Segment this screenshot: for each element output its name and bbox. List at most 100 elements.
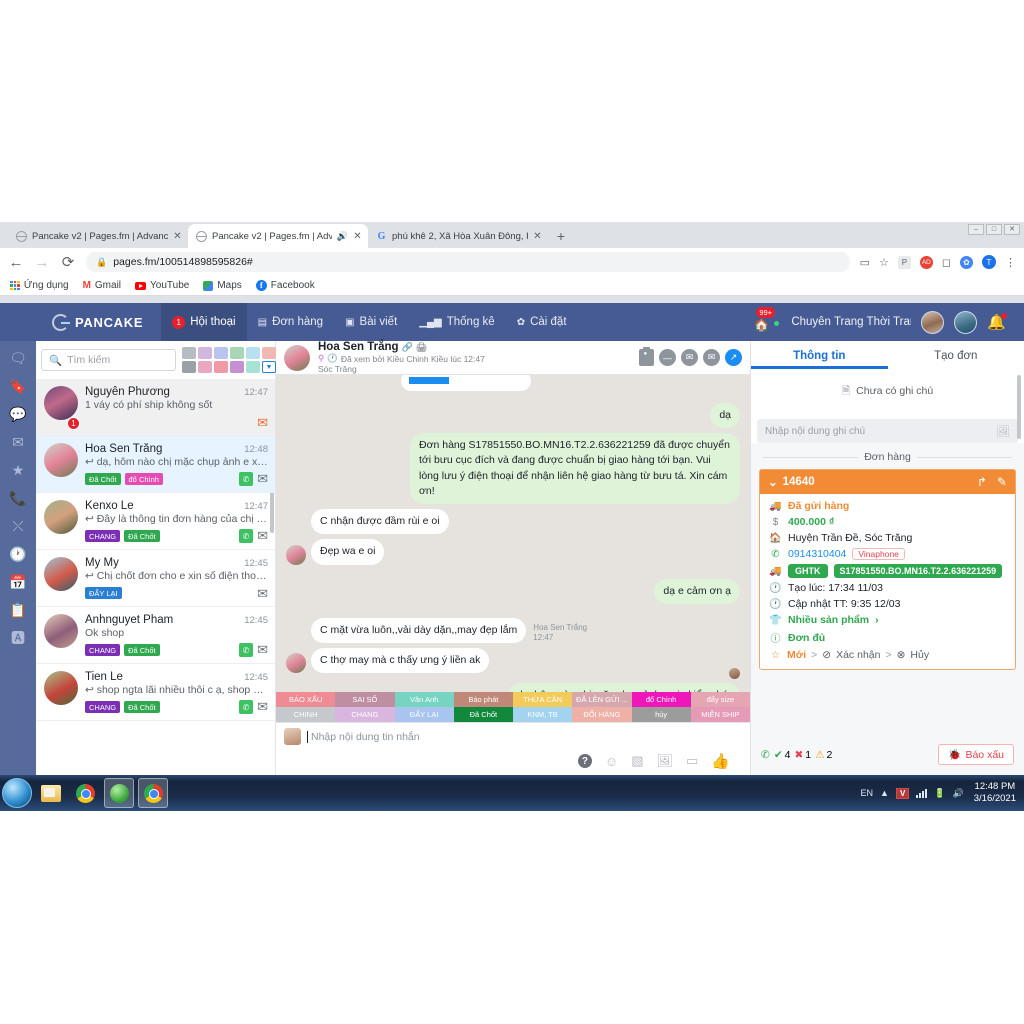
conversation-item[interactable]: Hoa Sen Trắng 12:48 ↩ dạ, hôm nào chị mặ… xyxy=(36,436,275,493)
chevron-down-icon[interactable]: ⌄ xyxy=(768,475,778,489)
tag-button[interactable]: THỪA CÂN xyxy=(513,692,573,707)
shipper-badge[interactable]: GHTK xyxy=(788,564,828,578)
tag-chip[interactable]: Đã Chốt xyxy=(124,530,160,542)
image-icon[interactable]: 🖼 xyxy=(996,425,1010,438)
tab-close-icon[interactable]: ✕ xyxy=(353,231,362,242)
tag-button[interactable]: ĐẨY LẠI xyxy=(394,707,454,722)
video-icon[interactable]: ▭ xyxy=(860,256,870,269)
reload-button[interactable]: ⟳ xyxy=(60,253,76,271)
bookmark-facebook[interactable]: f Facebook xyxy=(255,280,315,291)
bookmark-apps[interactable]: Ứng dụng xyxy=(10,280,69,291)
mail-icon[interactable]: ✉ xyxy=(257,643,268,657)
comment-icon[interactable]: 💬 xyxy=(9,407,26,421)
profile-avatar[interactable]: T xyxy=(982,255,996,269)
tag-button[interactable]: hủy xyxy=(631,707,691,722)
id-card-icon[interactable] xyxy=(639,347,654,366)
swatch[interactable] xyxy=(214,347,228,359)
ads-a-icon[interactable]: 🅰 xyxy=(11,631,25,645)
nav-item-conversations[interactable]: 1 Hội thoại xyxy=(161,303,247,341)
chats-icon[interactable]: 🗨 xyxy=(9,351,27,365)
conversation-item[interactable]: My My 12:45 ↩ Chị chốt đơn cho e xin số … xyxy=(36,550,275,607)
calendar-icon[interactable]: 📅 xyxy=(9,575,26,589)
order-card-header[interactable]: ⌄ 14640 ↱ ✎ xyxy=(760,470,1015,494)
swatch[interactable] xyxy=(246,347,260,359)
chrome-active-icon[interactable] xyxy=(138,778,168,808)
bookmark-maps[interactable]: Maps xyxy=(203,280,242,291)
swatch[interactable] xyxy=(262,347,276,359)
tag-button[interactable]: Vân Anh xyxy=(394,692,454,707)
phone-icon[interactable]: 📞 xyxy=(9,491,26,505)
nav-item-orders[interactable]: ▤ Đơn hàng xyxy=(247,303,334,341)
like-icon[interactable]: 👍 xyxy=(711,752,730,770)
bookmark-gmail[interactable]: M Gmail xyxy=(83,280,121,291)
conversation-list[interactable]: 1 Nguyên Phương 12:47 1 váy có phí ship … xyxy=(36,379,275,775)
star-icon[interactable]: ★ xyxy=(12,463,25,477)
order-products-row[interactable]: 👕 Nhiều sản phẩm › xyxy=(769,614,1006,626)
chrome-icon[interactable] xyxy=(70,778,100,808)
close-window-button[interactable]: ✕ xyxy=(1004,224,1020,235)
phone-icon[interactable]: ✆ xyxy=(239,700,254,714)
tag-button[interactable]: BÁO XẤU xyxy=(276,692,336,707)
mail-icon[interactable]: ✉ xyxy=(257,472,268,486)
mail-open-icon[interactable]: ✉ xyxy=(681,349,698,366)
tab-info[interactable]: Thông tin xyxy=(751,341,888,369)
print-icon[interactable]: 🖨 xyxy=(416,342,427,353)
nav-item-settings[interactable]: ✿ Cài đặt xyxy=(506,303,578,341)
tab-close-icon[interactable]: ✕ xyxy=(173,231,182,242)
folder-icon[interactable] xyxy=(36,778,66,808)
tag-button[interactable]: Đã Chốt xyxy=(453,707,513,722)
conversation-item[interactable]: Kenxo Le 12:47 ↩ Đây là thông tin đơn hà… xyxy=(36,493,275,550)
phone-icon[interactable]: ✆ xyxy=(239,529,254,543)
note-input[interactable]: Nhập nội dung ghi chú 🖼 xyxy=(757,419,1018,443)
mail-icon[interactable]: ✉ xyxy=(257,700,268,714)
export-icon[interactable]: ⤬ xyxy=(12,519,23,533)
tag-button[interactable]: CHANG xyxy=(335,707,395,722)
swatch[interactable] xyxy=(198,347,212,359)
swatch[interactable] xyxy=(230,347,244,359)
extension-grey-icon[interactable]: ◻ xyxy=(942,256,951,269)
tracking-code[interactable]: S17851550.BO.MN16.T2.2.636221259 xyxy=(833,564,1003,578)
edit-icon[interactable]: ✎ xyxy=(997,475,1007,489)
step-new[interactable]: Mới xyxy=(787,649,806,661)
sticker-icon[interactable]: ▧ xyxy=(631,753,643,769)
swatch[interactable] xyxy=(230,361,244,373)
mail-icon[interactable]: ✉ xyxy=(257,529,268,543)
image-icon[interactable]: 🖼 xyxy=(657,753,674,769)
network-icon[interactable] xyxy=(916,788,928,798)
conversation-item[interactable]: Tien Le 12:45 ↩ shop ngta lãi nhiều thôi… xyxy=(36,664,275,721)
tag-chip[interactable]: CHANG xyxy=(85,530,121,542)
phone-icon[interactable]: ✆ xyxy=(239,472,254,486)
nav-item-statistics[interactable]: ▁▄▆ Thống kê xyxy=(408,303,505,341)
avatar-user[interactable] xyxy=(954,310,978,334)
phone-icon[interactable]: ✆ xyxy=(239,643,254,657)
note-scrollbar[interactable] xyxy=(1017,375,1021,439)
tag-chip[interactable]: Đã Chốt xyxy=(124,644,160,656)
extension-p-icon[interactable]: P xyxy=(897,255,911,269)
share-icon[interactable]: ↱ xyxy=(977,475,987,489)
tag-chip[interactable]: đổ Chình xyxy=(124,473,163,485)
message-input[interactable]: Nhập nội dung tin nhắn xyxy=(307,730,742,743)
envelope-icon[interactable]: ✉ xyxy=(12,435,24,449)
clock[interactable]: 12:48 PM 3/16/2021 xyxy=(971,781,1016,805)
swatch[interactable] xyxy=(198,361,212,373)
volume-icon[interactable]: 🔊 xyxy=(953,788,964,799)
tag-button[interactable]: ĐÃ LÊN GỬI ... xyxy=(572,692,632,707)
new-tab-button[interactable]: + xyxy=(548,224,574,248)
tag-button[interactable]: Báo phát xyxy=(453,692,513,707)
menu-icon[interactable]: ⋮ xyxy=(1005,256,1016,269)
tag-button[interactable]: KNM, TB xyxy=(513,707,573,722)
step-cancel[interactable]: Hủy xyxy=(910,649,929,661)
tag-button[interactable]: MIỄN SHIP xyxy=(690,707,750,722)
message-list[interactable]: dạ Đơn hàng S17851550.BO.MN16.T2.2.63622… xyxy=(276,375,750,692)
order-phone[interactable]: 0914310404 xyxy=(788,548,846,560)
report-bad-button[interactable]: 🐞 Báo xấu xyxy=(938,744,1014,765)
green-app-icon[interactable] xyxy=(104,778,134,808)
minus-circle-icon[interactable]: — xyxy=(659,349,676,366)
help-icon[interactable]: ? xyxy=(577,754,592,768)
bookmark-icon[interactable]: 🔖 xyxy=(9,379,26,393)
avatar-page[interactable] xyxy=(921,310,945,334)
swatch[interactable] xyxy=(182,361,196,373)
swatch-more-icon[interactable]: ▼ xyxy=(262,361,276,373)
start-orb-icon[interactable] xyxy=(2,778,32,808)
tag-button[interactable]: đẩy size xyxy=(690,692,750,707)
